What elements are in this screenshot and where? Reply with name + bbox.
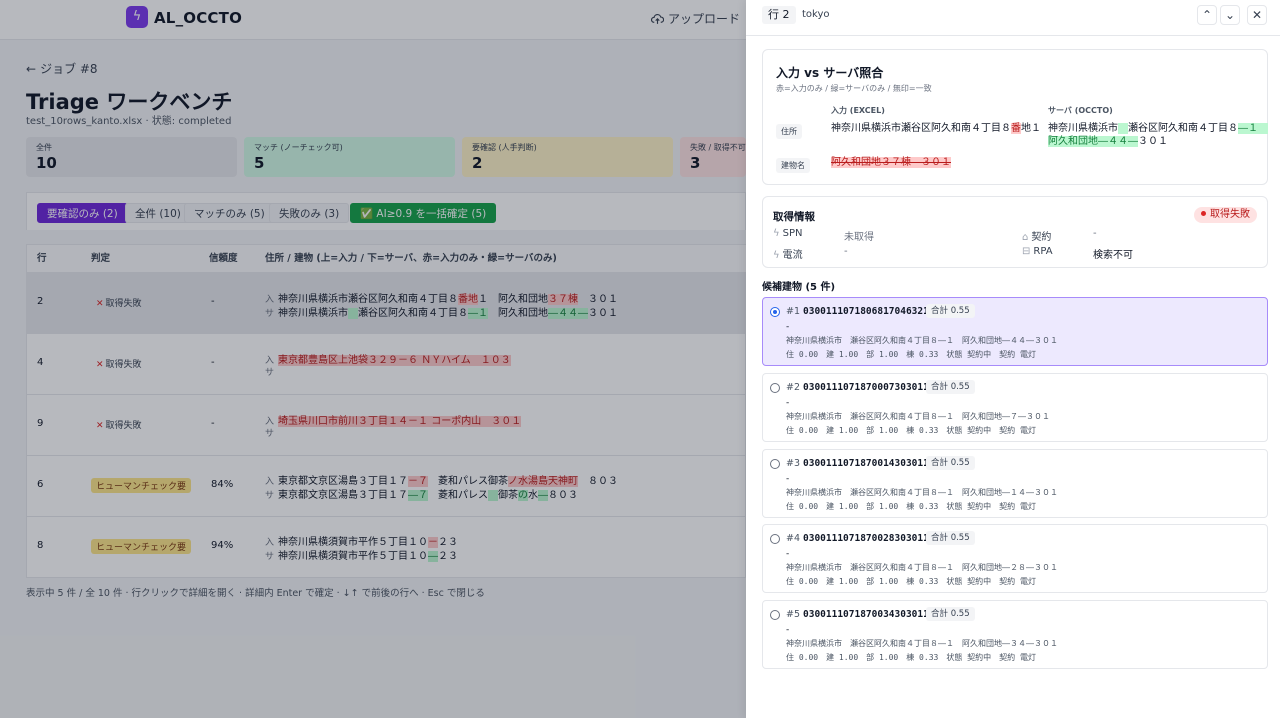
candidate-score: 合計 0.55 [926,380,975,394]
col-input: 入力 (EXCEL) [831,106,885,115]
candidate-radio[interactable] [770,459,780,469]
chevron-up-icon: ⌃ [1201,8,1213,22]
field-label-building: 建物名 [776,158,810,173]
candidate-address: 神奈川県横浜市 瀬谷区阿久和南４丁目８―１ 阿久和団地―２８―３０１ [786,563,1058,572]
candidate-number: #5 [786,609,801,620]
candidate-meta: 住 0.00 建 1.00 部 1.00 棟 0.33 状態 契約中 契約 電灯 [786,502,1036,511]
candidate-number: #4 [786,533,801,544]
candidate-score: 合計 0.55 [926,456,975,470]
lightning-icon: ϟ [773,228,780,239]
candidate-address: 神奈川県横浜市 瀬谷区阿久和南４丁目８―１ 阿久和団地―７―３０１ [786,412,1050,421]
status-label: 取得失敗 [1210,209,1250,220]
power-label: ϟ 電流 [773,246,803,261]
candidate-number: #1 [786,306,801,317]
contract-value: - [1093,228,1097,239]
candidate-building: - [786,549,790,559]
candidate-card[interactable]: #2 0300111071870007303011 合計 0.55 - 神奈川県… [762,373,1268,442]
seg: 神奈川県横浜市瀬谷区阿久和南４丁目８ [831,123,1011,134]
compare-title: 入力 vs サーバ照合 [776,66,884,80]
compare-legend: 赤=入力のみ / 緑=サーバのみ / 無印=一致 [776,84,932,93]
contract-label: ⌂ 契約 [1022,228,1051,243]
building-icon: ⌂ [1022,232,1029,243]
modal-backdrop[interactable] [0,0,746,718]
candidate-building: - [786,625,790,635]
acquire-title: 取得情報 [773,211,815,223]
candidate-meta: 住 0.00 建 1.00 部 1.00 棟 0.33 状態 契約中 契約 電灯 [786,426,1036,435]
label: 契約 [1031,232,1052,243]
candidate-id: 0300111071870007303011 [803,382,929,393]
candidate-radio[interactable] [770,534,780,544]
candidate-id: 0300111071870034303011 [803,609,929,620]
spn-value: 未取得 [844,232,874,243]
seg-diff: 久和団地 [1058,136,1098,147]
seg-diff [1118,123,1128,134]
candidate-score: 合計 0.55 [926,607,975,621]
candidate-score: 合計 0.55 [926,304,975,318]
label: RPA [1033,246,1053,257]
acquire-info-card: 取得情報 取得失敗 ϟ SPN 未取得 ⌂ 契約 - ϟ 電流 - ⊟ RPA 検索不可 [762,196,1268,268]
candidate-number: #3 [786,458,801,469]
candidate-meta: 住 0.00 建 1.00 部 1.00 棟 0.33 状態 契約中 契約 電灯 [786,653,1036,662]
input-building-value: 阿久和団地３７棟 ３０１ [831,156,951,169]
candidate-meta: 住 0.00 建 1.00 部 1.00 棟 0.33 状態 契約中 契約 電灯 [786,577,1036,586]
candidate-radio[interactable] [770,383,780,393]
lightning-icon: ϟ [773,250,780,261]
status-dot-icon [1201,211,1206,216]
rpa-value: 検索不可 [1093,250,1133,261]
candidates-title: 候補建物 (5 件) [762,282,836,293]
field-label-address: 住所 [776,124,802,139]
compare-card: 入力 vs サーバ照合 赤=入力のみ / 緑=サーバのみ / 無印=一致 入力 … [762,49,1268,185]
seg: 地１ [1021,123,1041,134]
candidate-id: 0300111071806817046321 [803,306,929,317]
rpa-label: ⊟ RPA [1022,246,1053,257]
candidate-card[interactable]: #3 0300111071870014303011 合計 0.55 - 神奈川県… [762,449,1268,518]
candidate-building: - [786,322,790,332]
candidate-card[interactable]: #4 0300111071870028303011 合計 0.55 - 神奈川県… [762,524,1268,593]
candidate-radio[interactable] [770,610,780,620]
candidate-address: 神奈川県横浜市 瀬谷区阿久和南４丁目８―１ 阿久和団地―１４―３０１ [786,488,1058,497]
seg-diff: 阿久和団地３７棟 ３０１ [831,157,951,168]
input-address-value: 神奈川県横浜市瀬谷区阿久和南４丁目８番地１ [831,122,1041,135]
candidate-address: 神奈川県横浜市 瀬谷区阿久和南４丁目８―１ 阿久和団地―４４―３０１ [786,336,1058,345]
prev-row-button[interactable]: ⌃ [1197,5,1217,25]
col-server: サーバ (OCCTO) [1048,106,1113,115]
city-label: tokyo [802,9,830,20]
candidate-address: 神奈川県横浜市 瀬谷区阿久和南４丁目８―１ 阿久和団地―３４―３０１ [786,639,1058,648]
seg: 瀬谷区阿久和南４丁目８ [1128,123,1238,134]
drawer-header: 行 2 tokyo ⌃ ⌄ ✕ [746,0,1280,36]
candidate-building: - [786,474,790,484]
row-tag: 行 2 [762,6,796,24]
candidate-id: 0300111071870014303011 [803,458,929,469]
candidate-id: 0300111071870028303011 [803,533,929,544]
candidate-card[interactable]: #5 0300111071870034303011 合計 0.55 - 神奈川県… [762,600,1268,669]
server-address-value: 神奈川県横浜市 瀬谷区阿久和南４丁目８―１ 阿久和団地―４４―３０１ [1048,122,1268,148]
power-value: - [844,246,848,257]
status-badge: 取得失敗 [1194,207,1257,223]
seg-diff: 番 [1011,123,1021,134]
seg: 神奈川県横浜市 [1048,123,1118,134]
inbox-icon: ⊟ [1022,246,1031,257]
candidate-radio[interactable] [770,307,780,317]
label: SPN [782,228,803,239]
candidate-score: 合計 0.55 [926,531,975,545]
seg-diff: ―４４― [1098,136,1138,147]
candidate-number: #2 [786,382,801,393]
candidate-meta: 住 0.00 建 1.00 部 1.00 棟 0.33 状態 契約中 契約 電灯 [786,350,1036,359]
chevron-down-icon: ⌄ [1224,8,1236,22]
spn-label: ϟ SPN [773,228,802,239]
candidate-card[interactable]: #1 0300111071806817046321 合計 0.55 - 神奈川県… [762,297,1268,366]
seg: ３０１ [1138,136,1168,147]
label: 電流 [782,250,803,261]
close-button[interactable]: ✕ [1247,5,1267,25]
close-icon: ✕ [1251,8,1263,22]
candidate-building: - [786,398,790,408]
next-row-button[interactable]: ⌄ [1220,5,1240,25]
